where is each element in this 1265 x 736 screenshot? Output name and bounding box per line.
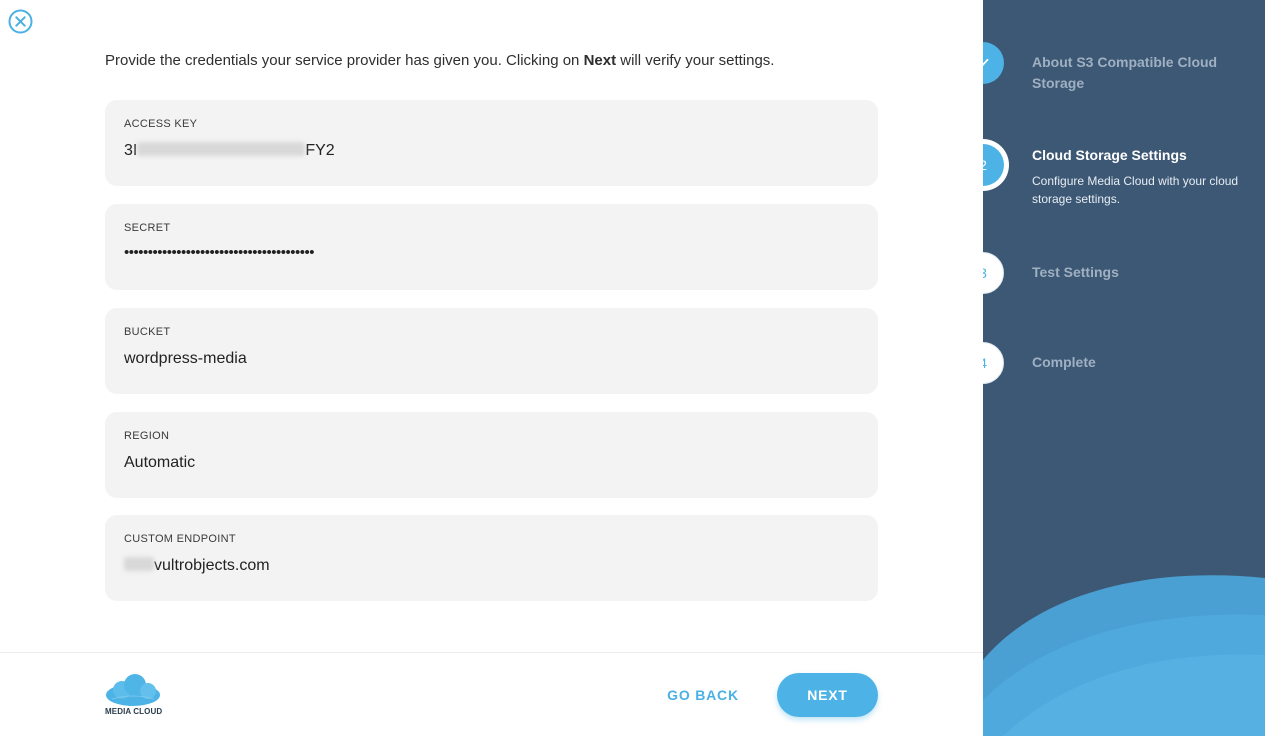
- region-value[interactable]: Automatic: [124, 454, 195, 472]
- secret-label: SECRET: [124, 222, 171, 234]
- check-icon: [983, 58, 989, 67]
- custom-endpoint-value[interactable]: vultrobjects.com: [124, 557, 270, 575]
- intro-text-start: Provide the credentials your service pro…: [105, 52, 584, 69]
- custom-endpoint-field[interactable]: CUSTOM ENDPOINT vultrobjects.com: [105, 515, 878, 601]
- go-back-button[interactable]: GO BACK: [660, 683, 746, 707]
- intro-text-emphasis: Next: [583, 52, 617, 69]
- bucket-field[interactable]: BUCKET wordpress-media: [105, 308, 878, 394]
- custom-endpoint-label: CUSTOM ENDPOINT: [124, 533, 236, 545]
- setup-panel: Provide the credentials your service pro…: [0, 0, 983, 736]
- next-button[interactable]: NEXT: [777, 673, 878, 717]
- step-2-title: Cloud Storage Settings: [1032, 147, 1187, 163]
- access-key-label: ACCESS KEY: [124, 118, 198, 130]
- access-key-prefix: 3I: [124, 142, 138, 159]
- step-3-title: Test Settings: [1032, 264, 1119, 280]
- steps-sidebar: About S3 Compatible Cloud Storage 2 Clou…: [983, 0, 1265, 736]
- access-key-field[interactable]: ACCESS KEY 3I FY2: [105, 100, 878, 186]
- bucket-label: BUCKET: [124, 326, 171, 338]
- bucket-value[interactable]: wordpress-media: [124, 350, 247, 368]
- region-field[interactable]: REGION Automatic: [105, 412, 878, 498]
- logo-text: MEDIA CLOUD: [105, 707, 163, 716]
- region-label: REGION: [124, 430, 170, 442]
- close-icon[interactable]: [8, 9, 33, 34]
- footer-divider: [0, 652, 983, 653]
- secret-field[interactable]: SECRET •••••••••••••••••••••••••••••••••…: [105, 204, 878, 290]
- redacted-blur: [137, 142, 306, 157]
- intro-text-end: will verify your settings.: [616, 52, 775, 69]
- custom-endpoint-suffix: vultrobjects.com: [154, 557, 270, 574]
- redacted-blur: [124, 557, 154, 572]
- step-4-title: Complete: [1032, 354, 1096, 370]
- step-1-title: About S3 Compatible Cloud Storage: [1032, 54, 1218, 91]
- access-key-suffix: FY2: [305, 142, 335, 159]
- instructions-text: Provide the credentials your service pro…: [105, 52, 774, 69]
- access-key-value[interactable]: 3I FY2: [124, 142, 335, 160]
- step-2-description: Configure Media Cloud with your cloud st…: [1032, 174, 1239, 206]
- secret-value[interactable]: ••••••••••••••••••••••••••••••••••••••••: [124, 244, 315, 261]
